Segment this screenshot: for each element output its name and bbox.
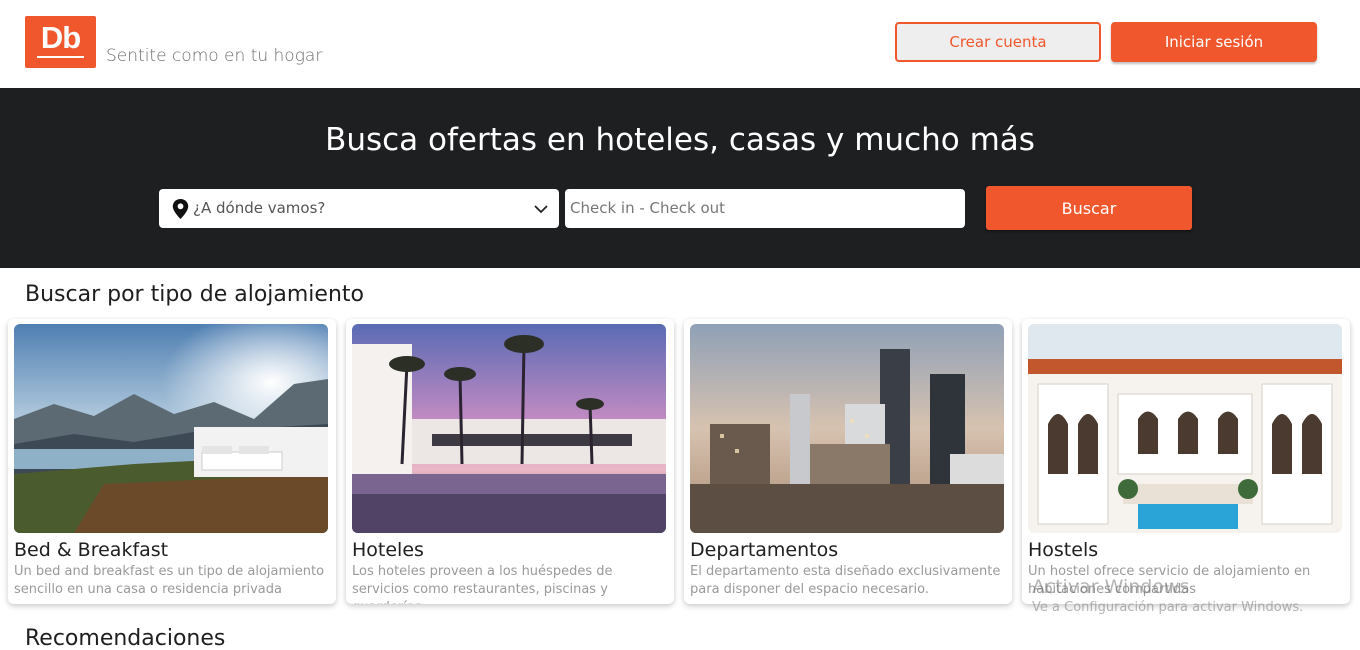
logo-underline: [37, 56, 84, 58]
tagline: Sentite como en tu hogar: [106, 46, 323, 66]
dates-input[interactable]: Check in - Check out: [565, 189, 965, 228]
dates-placeholder: Check in - Check out: [570, 199, 726, 217]
departamentos-image: [690, 324, 1004, 533]
site-header: Db Sentite como en tu hogar Crear cuenta…: [0, 0, 1360, 88]
hoteles-image: [352, 324, 666, 533]
watermark-line-1: Activar Windows: [1032, 576, 1190, 598]
destination-placeholder: ¿A dónde vamos?: [193, 199, 326, 217]
card-description: Un bed and breakfast es un tipo de aloja…: [14, 564, 325, 597]
logo-text: Db: [40, 20, 81, 55]
location-pin-icon: [172, 199, 189, 219]
card-description: Los hoteles proveen a los huéspedes de s…: [352, 564, 613, 604]
card-description: El departamento esta diseñado exclusivam…: [690, 564, 1001, 597]
search-hero: Busca ofertas en hoteles, casas y mucho …: [0, 88, 1360, 268]
category-card-bed-and-breakfast[interactable]: Bed & Breakfast Un bed and breakfast es …: [8, 319, 336, 604]
bed-and-breakfast-image: [14, 324, 328, 533]
category-card-hoteles[interactable]: Hoteles Los hoteles proveen a los huéspe…: [346, 319, 674, 604]
destination-select[interactable]: ¿A dónde vamos?: [159, 189, 559, 228]
windows-activation-watermark: Activar Windows Ve a Configuración para …: [1032, 576, 1303, 615]
category-card-departamentos[interactable]: Departamentos El departamento esta diseñ…: [684, 319, 1012, 604]
card-title: Bed & Breakfast: [14, 539, 169, 561]
search-button[interactable]: Buscar: [986, 186, 1192, 230]
logo[interactable]: Db: [25, 16, 96, 68]
hostels-image: [1028, 324, 1342, 533]
hero-title: Busca ofertas en hoteles, casas y mucho …: [325, 122, 1035, 158]
categories-title: Buscar por tipo de alojamiento: [25, 282, 364, 307]
watermark-line-2: Ve a Configuración para activar Windows.: [1032, 600, 1304, 615]
chevron-down-icon: [534, 205, 548, 214]
card-title: Departamentos: [690, 539, 839, 561]
create-account-button[interactable]: Crear cuenta: [895, 22, 1101, 62]
login-button[interactable]: Iniciar sesión: [1111, 22, 1317, 62]
recommendations-title: Recomendaciones: [25, 626, 226, 650]
category-card-hostels[interactable]: Hostels Un hostel ofrece servicio de alo…: [1022, 319, 1350, 604]
card-title: Hoteles: [352, 539, 424, 561]
card-title: Hostels: [1028, 539, 1099, 561]
